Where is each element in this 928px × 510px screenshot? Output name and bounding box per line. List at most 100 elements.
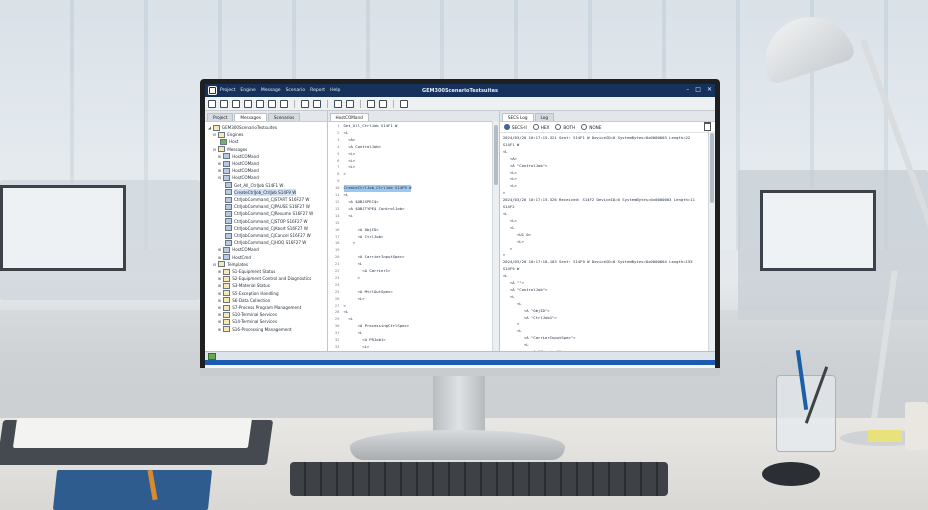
connect-icon[interactable] bbox=[301, 99, 309, 108]
run-icon[interactable] bbox=[334, 99, 342, 108]
radio-button-icon[interactable] bbox=[503, 124, 510, 130]
maximize-icon[interactable]: □ bbox=[695, 86, 701, 93]
tab-messages[interactable]: Messages bbox=[234, 113, 267, 121]
log-scrollbar[interactable] bbox=[708, 131, 715, 351]
code-line: 9 bbox=[330, 178, 499, 185]
tab-secs-log[interactable]: SECS Log bbox=[501, 113, 534, 121]
menu-help[interactable]: Help bbox=[330, 88, 340, 93]
tree-item[interactable]: CtrlJobCommand_CJAbort S16F27 W bbox=[208, 225, 327, 232]
message-icon bbox=[225, 182, 232, 189]
line-number: 18 bbox=[334, 240, 340, 246]
settings-icon[interactable] bbox=[379, 99, 387, 108]
close-icon[interactable]: ✕ bbox=[707, 86, 712, 93]
code-line: 19 bbox=[330, 247, 499, 254]
save-icon[interactable] bbox=[232, 99, 240, 108]
radio-none[interactable]: NONE bbox=[581, 124, 601, 130]
tree-item[interactable]: ⊟ Engines bbox=[208, 131, 327, 138]
tree-toggle-icon[interactable]: ⊞ bbox=[218, 304, 221, 311]
new-file-icon[interactable] bbox=[208, 99, 216, 108]
radio-both[interactable]: BOTH bbox=[555, 124, 575, 130]
tree-toggle-icon[interactable]: ⊞ bbox=[218, 311, 221, 318]
radio-button-icon[interactable] bbox=[555, 124, 562, 130]
tab-project[interactable]: Project bbox=[207, 113, 234, 121]
tree-toggle-icon[interactable]: ⊞ bbox=[218, 282, 221, 289]
clear-log-icon[interactable] bbox=[704, 122, 711, 131]
export-icon[interactable] bbox=[268, 99, 276, 108]
import-icon[interactable] bbox=[256, 99, 264, 108]
tree-toggle-icon[interactable]: ⊞ bbox=[218, 326, 221, 333]
tree-item[interactable]: ⊞ S14-Terminal Services bbox=[208, 318, 327, 326]
tree-item[interactable]: ⊞ S1-Equipment Status bbox=[208, 268, 327, 275]
tree-toggle-icon[interactable]: ⊞ bbox=[218, 167, 221, 174]
menu-scenario[interactable]: Scenario bbox=[286, 88, 306, 93]
delete-icon[interactable] bbox=[280, 99, 288, 108]
tree-toggle-icon[interactable]: ⊟ bbox=[218, 174, 221, 181]
tree-item[interactable]: CtrlJobCommand_CJHOQ S16F27 W bbox=[208, 239, 327, 246]
radio-button-icon[interactable] bbox=[581, 124, 588, 130]
tree-toggle-icon[interactable]: ⊞ bbox=[218, 160, 221, 167]
line-number: 32 bbox=[334, 337, 340, 343]
tree-item[interactable]: ⊞ S10-Terminal Services bbox=[208, 311, 327, 318]
open-folder-icon[interactable] bbox=[220, 99, 228, 108]
radio-secs-ii[interactable]: SECS-II bbox=[503, 124, 527, 130]
tree-item[interactable]: ⊞ S2-Equipment Control and Diagnostics bbox=[208, 275, 327, 282]
tab-scenarios[interactable]: Scenarios bbox=[267, 113, 301, 121]
line-number: 27 bbox=[334, 302, 340, 308]
tree-toggle-icon[interactable]: ⊟ bbox=[213, 131, 216, 138]
menu-message[interactable]: Message bbox=[261, 88, 281, 93]
minimize-icon[interactable]: – bbox=[686, 86, 689, 93]
menu-engine[interactable]: Engine bbox=[240, 88, 255, 93]
tree-item[interactable]: CtrlJobCommand_CJSTOP S16F27 W bbox=[208, 218, 327, 225]
menu-report[interactable]: Report bbox=[310, 88, 325, 93]
tree-item[interactable]: ⊞ S3-Material Status bbox=[208, 282, 327, 290]
log-line: S14F9 W bbox=[502, 266, 520, 272]
tree-toggle-icon[interactable]: ⊟ bbox=[213, 261, 216, 268]
tree-toggle-icon[interactable]: ⊞ bbox=[218, 254, 221, 261]
editor-scrollbar[interactable] bbox=[491, 121, 499, 351]
code-line: 16 <A ObjID> bbox=[330, 227, 499, 234]
tree-toggle-icon[interactable]: ⊞ bbox=[218, 290, 221, 297]
message-editor[interactable]: 1 Get_All_CtrlJob S14F1 W 2 <L 3 <A> 4 <A Con… bbox=[328, 122, 499, 351]
tree-item[interactable]: ⊞ HostCmd bbox=[208, 254, 327, 261]
tree-toggle-icon[interactable]: ⊟ bbox=[213, 146, 216, 153]
tree-toggle-icon[interactable]: ⊞ bbox=[218, 275, 221, 282]
radio-hex[interactable]: HEX bbox=[532, 124, 549, 130]
save-all-icon[interactable] bbox=[244, 99, 252, 108]
tab-hostcomand[interactable]: HostCOMand bbox=[329, 113, 369, 121]
tree-item[interactable]: ⊟ HostCOMand bbox=[208, 174, 327, 182]
tree-item[interactable]: ⊞ S7-Process Program Management bbox=[208, 304, 327, 311]
tree-toggle-icon[interactable]: ◢ bbox=[208, 124, 211, 131]
tree-item[interactable]: CtrlJobCommand_CJResume S16F27 W bbox=[208, 210, 327, 218]
tree-item[interactable]: ⊞ S16-Processing Management bbox=[208, 326, 327, 333]
tree-item[interactable]: CtrlJobCommand_CJSTART S16F27 W bbox=[208, 196, 327, 203]
tree-item[interactable]: Get_All_CtrlJob S14F1 W bbox=[208, 182, 327, 189]
code-line: 10 CreateCtrlJob_CtrlJob S14F9 W bbox=[330, 185, 499, 193]
properties-icon[interactable] bbox=[367, 99, 375, 108]
tree-item[interactable]: CtrlJobCommand_CJPAUSE S16F27 W bbox=[208, 203, 327, 210]
tree-item[interactable]: ⊞ HostCOMand bbox=[208, 167, 327, 174]
radio-button-icon[interactable] bbox=[532, 124, 539, 130]
tree-toggle-icon[interactable]: ⊞ bbox=[218, 268, 221, 275]
tree-item[interactable]: ⊞ HostCOMand bbox=[208, 246, 327, 254]
message-icon bbox=[225, 189, 232, 196]
menu-project[interactable]: Project bbox=[220, 88, 235, 93]
tree-item[interactable]: ⊞ S5-Exception Handling bbox=[208, 290, 327, 297]
help-icon[interactable] bbox=[400, 99, 408, 108]
tree-item[interactable]: ⊟ Messages bbox=[208, 146, 327, 153]
tree-toggle-icon[interactable]: ⊞ bbox=[218, 153, 221, 160]
tree-item[interactable]: ⊞ S6-Data Collection bbox=[208, 297, 327, 304]
report-icon[interactable] bbox=[346, 99, 354, 108]
tree-item[interactable]: ⊞ HostCOMand bbox=[208, 153, 327, 160]
tree-toggle-icon[interactable]: ⊞ bbox=[218, 297, 221, 304]
tree-item[interactable]: ◢ GEM300ScenarioTestsuites bbox=[208, 124, 327, 131]
tree-toggle-icon[interactable]: ⊞ bbox=[218, 318, 221, 325]
tree-toggle-icon[interactable]: ⊞ bbox=[218, 246, 221, 253]
tab-log[interactable]: Log bbox=[534, 113, 555, 121]
code-line: 32 <A PRJob1> bbox=[330, 337, 499, 344]
tree-item[interactable]: CreateCtrlJob_CtrlJob S14F9 W bbox=[208, 188, 327, 197]
tree-item[interactable]: Host bbox=[208, 138, 327, 145]
tree-item[interactable]: ⊞ HostCOMand bbox=[208, 160, 327, 167]
tree-item[interactable]: ⊟ Templates bbox=[208, 261, 327, 268]
disconnect-icon[interactable] bbox=[313, 99, 321, 108]
tree-item[interactable]: CtrlJobCommand_CJCancel S16F27 W bbox=[208, 232, 327, 239]
